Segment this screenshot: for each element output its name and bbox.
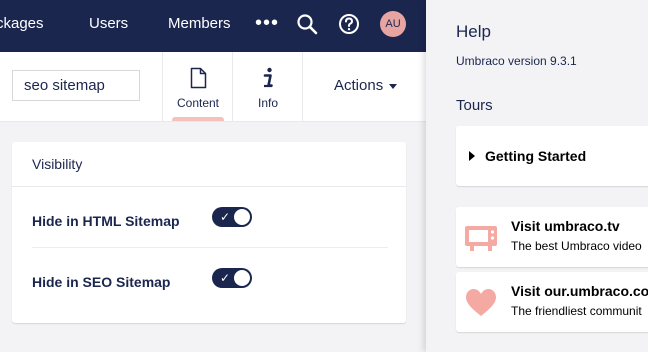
toggle-hide-html-sitemap[interactable]: ✓ <box>212 207 252 227</box>
group-title: Visibility <box>32 156 83 172</box>
tab-info-label: Info <box>257 96 278 110</box>
link-our-umbraco[interactable]: Visit our.umbraco.co The friendliest com… <box>456 272 648 332</box>
avatar[interactable]: AU <box>380 11 406 37</box>
toggle-hide-seo-sitemap[interactable]: ✓ <box>212 268 252 288</box>
version-text: Umbraco version 9.3.1 <box>456 54 577 68</box>
actions-label: Actions <box>334 77 384 94</box>
actions-menu[interactable]: Actions <box>302 52 427 121</box>
document-icon <box>163 67 233 89</box>
more-sections-button[interactable]: ••• <box>255 0 279 52</box>
caret-down-icon <box>389 83 398 89</box>
help-title: Help <box>456 22 491 41</box>
node-name-input[interactable] <box>12 70 140 101</box>
visibility-group: Visibility Hide in HTML Sitemap ✓ Hide i… <box>12 142 406 323</box>
search-icon[interactable] <box>296 13 318 35</box>
help-drawer: Help Umbraco version 9.3.1 Tours Getting… <box>426 0 648 352</box>
toggle-knob <box>234 209 250 225</box>
tours-heading: Tours <box>456 97 493 114</box>
top-navigation: ckages Users Members ••• AU <box>0 0 426 52</box>
nav-packages[interactable]: ckages <box>0 0 44 52</box>
tour-label: Getting Started <box>485 148 587 164</box>
editor-header: Content Info Actions <box>0 52 426 122</box>
link-description: The best Umbraco video <box>511 239 642 253</box>
property-label-hide-seo-sitemap: Hide in SEO Sitemap <box>32 274 171 290</box>
link-title: Visit our.umbraco.co <box>511 283 648 299</box>
active-tab-indicator <box>172 117 224 121</box>
heart-icon <box>464 286 498 320</box>
help-icon[interactable] <box>338 13 360 35</box>
tour-getting-started[interactable]: Getting Started <box>456 126 648 186</box>
link-description: The friendliest communit <box>511 304 642 318</box>
divider <box>12 186 406 187</box>
divider <box>32 247 388 248</box>
main-panel: ckages Users Members ••• AU Content Info <box>0 0 426 352</box>
link-umbraco-tv[interactable]: Visit umbraco.tv The best Umbraco video <box>456 207 648 267</box>
caret-right-icon <box>469 151 475 161</box>
tab-content-label: Content <box>176 96 220 110</box>
tab-info[interactable]: Info <box>232 52 303 121</box>
tab-content[interactable]: Content <box>162 52 233 121</box>
check-icon: ✓ <box>220 271 231 285</box>
nav-members[interactable]: Members <box>168 0 231 52</box>
link-title: Visit umbraco.tv <box>511 218 620 234</box>
nav-users[interactable]: Users <box>89 0 128 52</box>
toggle-knob <box>234 270 250 286</box>
check-icon: ✓ <box>220 210 231 224</box>
property-label-hide-html-sitemap: Hide in HTML Sitemap <box>32 213 180 229</box>
tv-icon <box>464 221 498 255</box>
info-icon <box>233 67 303 89</box>
